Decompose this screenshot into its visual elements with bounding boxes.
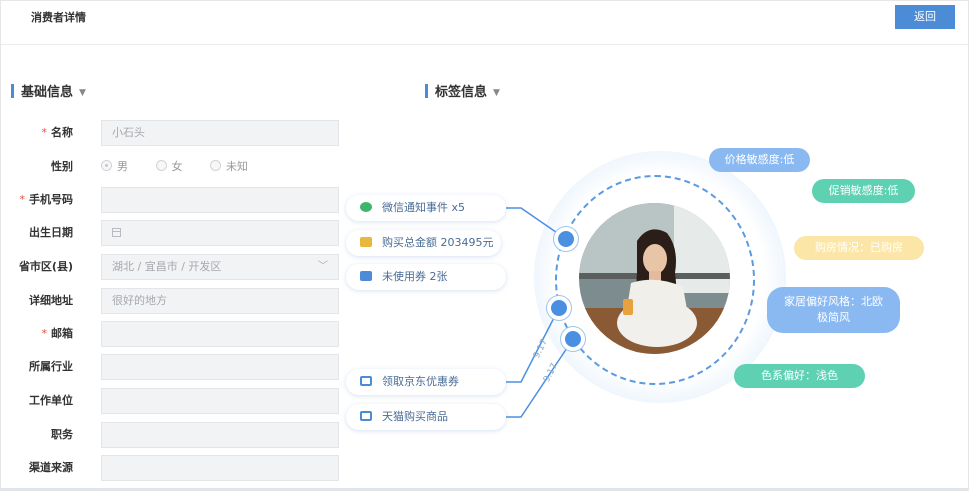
connector-line [506,207,567,240]
tag-house-status[interactable]: 购房情况：已购房 [794,236,924,260]
event-chip-coupons[interactable]: 未使用券 2张 [346,264,506,290]
monitor-icon [360,411,372,421]
timeline-node[interactable] [551,300,567,316]
tag-price-sensitivity[interactable]: 价格敏感度:低 [709,148,810,172]
consumer-detail-page: 消费者详情 返回 基础信息 ▼ * 名称 小石头 性别 男 女 未知 * 手机号码 出… [0,0,969,491]
event-chip-tmall-purchase[interactable]: 天猫购买商品 [346,404,506,430]
tag-color-preference[interactable]: 色系偏好：浅色 [734,364,865,388]
avatar-photo [579,203,730,354]
money-bag-icon [360,237,372,247]
consumer-avatar [579,203,730,354]
bottom-divider [1,488,968,490]
coupon-icon [360,271,372,281]
timeline-node[interactable] [558,231,574,247]
tag-promo-sensitivity[interactable]: 促销敏感度:低 [812,179,915,203]
event-chip-jd-coupon[interactable]: 领取京东优惠券 [346,369,506,395]
tag-home-style[interactable]: 家居偏好风格：北欧 极简风 [767,287,900,333]
event-chip-purchase-total[interactable]: 购买总金额 203495元 [346,230,501,256]
tag-home-style-line1: 家居偏好风格：北欧 [784,295,883,308]
event-chip-wechat[interactable]: 微信通知事件 x5 [346,195,506,221]
monitor-icon [360,376,372,386]
timeline-node[interactable] [565,331,581,347]
wechat-icon [360,202,372,212]
tag-home-style-line2: 极简风 [817,311,850,324]
